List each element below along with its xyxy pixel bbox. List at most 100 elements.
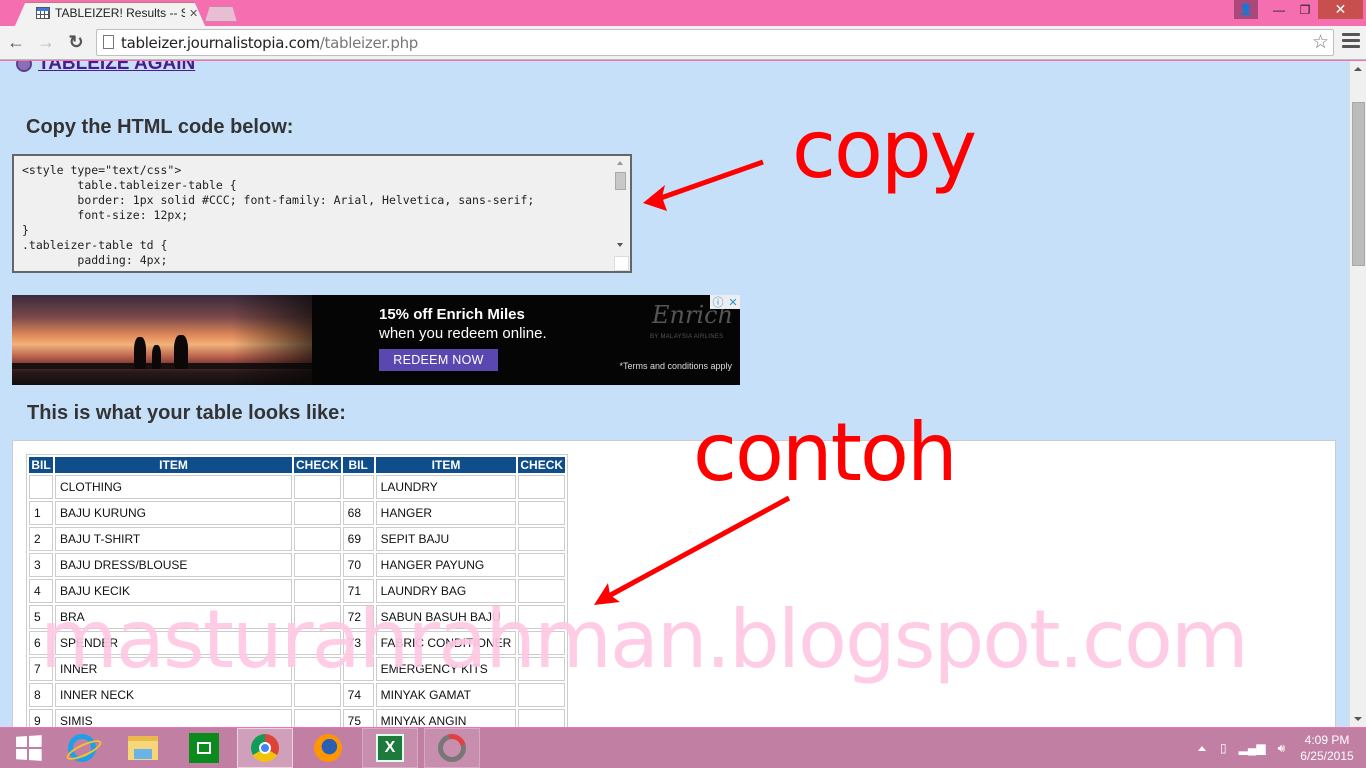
taskbar-firefox[interactable]: [300, 728, 356, 768]
bookmark-star-icon[interactable]: ☆: [1312, 31, 1329, 54]
cell-bil: 8: [29, 683, 53, 707]
minimize-button[interactable]: —: [1266, 0, 1292, 19]
tab-close-icon[interactable]: ✕: [189, 7, 198, 20]
firefox-icon: [314, 734, 342, 762]
volume-icon[interactable]: 🔊︎: [1278, 741, 1286, 756]
cell-item: BAJU KECIK: [55, 579, 292, 603]
internet-explorer-icon: [68, 734, 96, 762]
preview-heading: This is what your table looks like:: [27, 402, 346, 424]
table-preview-panel: BIL ITEM CHECK BIL ITEM CHECK CLOTHING LA…: [12, 440, 1336, 727]
scroll-down-arrow-icon[interactable]: [1354, 717, 1362, 721]
table-row: 7 INNER EMERGENCY KITS: [29, 657, 566, 681]
page-scroll-thumb[interactable]: [1352, 102, 1365, 266]
show-hidden-icons-icon[interactable]: [1198, 745, 1206, 751]
header-bil: BIL: [342, 457, 374, 473]
header-check: CHECK: [518, 457, 566, 473]
cell-check: [294, 501, 341, 525]
user-profile-icon[interactable]: 👤: [1234, 0, 1258, 19]
scroll-down-arrow-icon[interactable]: [617, 243, 623, 247]
redeem-now-button[interactable]: REDEEM NOW: [379, 349, 498, 371]
cell-check: [294, 553, 341, 577]
app-spinner-icon: [432, 728, 472, 768]
page-scrollbar[interactable]: [1349, 61, 1366, 727]
code-scroll-thumb[interactable]: [615, 172, 626, 190]
header-item: ITEM: [55, 457, 292, 473]
code-text[interactable]: <style type="text/css"> table.tableizer-…: [22, 163, 534, 268]
taskbar-clock[interactable]: 4:09 PM 6/25/2015: [1292, 732, 1362, 764]
system-tray: ▯ ▂▄▆ 🔊︎: [1190, 728, 1297, 768]
maximize-button[interactable]: ❐: [1292, 0, 1318, 19]
windows-taskbar: X: [0, 728, 1366, 768]
advertisement-banner[interactable]: 15% off Enrich Miles when you redeem onl…: [12, 295, 740, 385]
cell-bil: 1: [29, 501, 53, 525]
close-window-button[interactable]: ✕: [1318, 0, 1363, 19]
reload-icon[interactable]: ↻: [66, 32, 86, 52]
taskbar-internet-explorer[interactable]: [54, 728, 110, 768]
cell-check: [518, 683, 566, 707]
taskbar-windows-store[interactable]: [176, 728, 232, 768]
taskbar-excel[interactable]: X: [362, 728, 418, 768]
cell-item: SEPIT BAJU: [375, 527, 517, 551]
address-bar[interactable]: tableizer.journalistopia.com/tableizer.p…: [96, 29, 1334, 56]
table-row: 9 SIMIS 75 MINYAK ANGIN: [29, 709, 566, 727]
table-row: 6 SPENDER 73 FABRIC CONDITIONER: [29, 631, 566, 655]
html-code-textarea[interactable]: <style type="text/css"> table.tableizer-…: [12, 154, 632, 273]
tableize-again-label[interactable]: TABLEIZE AGAIN: [38, 61, 195, 75]
taskbar-chrome[interactable]: [237, 728, 293, 768]
table-row: CLOTHING LAUNDRY: [29, 475, 566, 499]
tableize-again-link[interactable]: TABLEIZE AGAIN: [16, 61, 195, 75]
url-path: /tableizer.php: [319, 34, 419, 52]
page-icon: [103, 35, 114, 49]
table-row: 4 BAJU KECIK 71 LAUNDRY BAG: [29, 579, 566, 603]
table-row: 1 BAJU KURUNG 68 HANGER: [29, 501, 566, 525]
cell-check: [294, 579, 341, 603]
cell-item: LAUNDRY BAG: [375, 579, 517, 603]
cell-bil: 7: [29, 657, 53, 681]
hamburger-menu-icon[interactable]: [1342, 33, 1360, 51]
taskbar-app[interactable]: [424, 728, 480, 768]
code-scrollbar[interactable]: [613, 156, 630, 271]
windows-store-icon: [189, 733, 219, 763]
start-button[interactable]: [0, 728, 56, 768]
signal-icon[interactable]: ▂▄▆: [1239, 741, 1266, 755]
cell-item: SIMIS: [55, 709, 292, 727]
cell-check: [518, 631, 566, 655]
cell-item: MINYAK ANGIN: [375, 709, 517, 727]
cell-bil: 69: [342, 527, 374, 551]
cell-bil: 71: [342, 579, 374, 603]
resize-grip-icon[interactable]: [614, 256, 629, 271]
cell-bil: 5: [29, 605, 53, 629]
ad-info-icon[interactable]: ⓘ: [712, 295, 723, 310]
scroll-up-arrow-icon[interactable]: [1354, 67, 1362, 71]
cell-check: [518, 475, 566, 499]
cell-bil: [342, 657, 374, 681]
taskbar-file-explorer[interactable]: [115, 728, 171, 768]
back-arrow-icon[interactable]: ←: [6, 32, 26, 52]
browser-toolbar: ← → ↻ tableizer.journalistopia.com/table…: [0, 26, 1366, 60]
url-host: tableizer.journalistopia.com: [121, 34, 320, 52]
header-item: ITEM: [375, 457, 517, 473]
cell-bil: 74: [342, 683, 374, 707]
battery-icon[interactable]: ▯: [1220, 741, 1227, 755]
cell-item: SPENDER: [55, 631, 292, 655]
table-row: 3 BAJU DRESS/BLOUSE 70 HANGER PAYUNG: [29, 553, 566, 577]
forward-arrow-icon[interactable]: →: [36, 32, 56, 52]
cell-item: INNER NECK: [55, 683, 292, 707]
url-text[interactable]: tableizer.journalistopia.com/tableizer.p…: [121, 34, 418, 52]
ad-choices[interactable]: ⓘ ✕: [710, 295, 740, 309]
cell-check: [518, 605, 566, 629]
chrome-icon: [251, 734, 279, 762]
header-bil: BIL: [29, 457, 53, 473]
scroll-up-arrow-icon[interactable]: [617, 161, 623, 165]
cell-bil: 68: [342, 501, 374, 525]
cell-bil: 4: [29, 579, 53, 603]
cell-bil: 75: [342, 709, 374, 727]
new-tab-button[interactable]: [205, 6, 237, 22]
cell-check: [294, 683, 341, 707]
clock-date: 6/25/2015: [1300, 749, 1354, 763]
ad-close-icon[interactable]: ✕: [728, 296, 737, 309]
tableizer-table: BIL ITEM CHECK BIL ITEM CHECK CLOTHING LA…: [26, 454, 569, 727]
cell-item: INNER: [55, 657, 292, 681]
page-viewport: TABLEIZE AGAIN Copy the HTML code below:…: [0, 61, 1349, 727]
browser-tab-content[interactable]: TABLEIZER! Results -- Spre ✕: [36, 3, 206, 23]
